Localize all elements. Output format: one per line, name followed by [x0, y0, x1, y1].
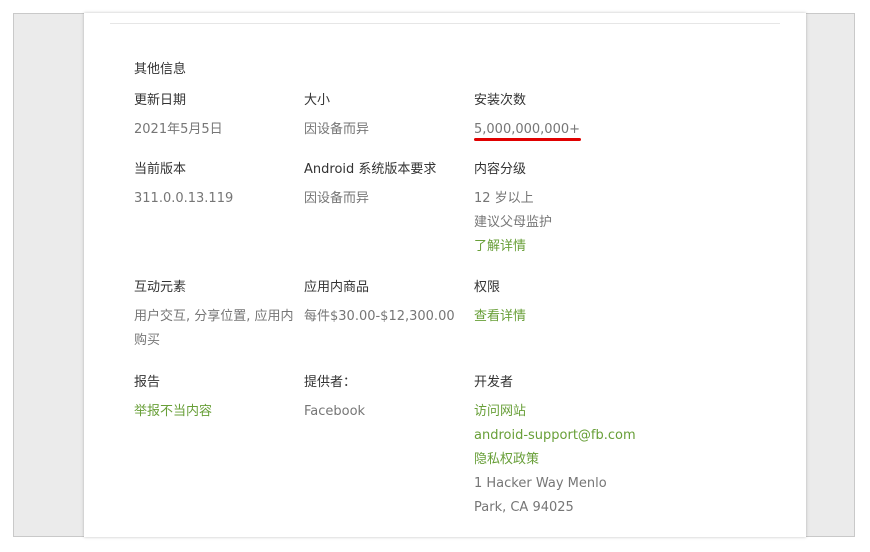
divider — [110, 23, 780, 24]
installs-field: 安装次数 5,000,000,000+ — [474, 93, 639, 142]
in-app-products-label: 应用内商品 — [304, 280, 370, 295]
content-rating-field: 内容分级 12 岁以上 建议父母监护 了解详情 — [474, 162, 639, 259]
size-field: 大小 因设备而异 — [304, 93, 469, 142]
version-label: 当前版本 — [134, 162, 187, 177]
installs-label: 安装次数 — [474, 93, 527, 108]
updated-value: 2021年5月5日 — [134, 122, 223, 137]
content-rating-label: 内容分级 — [474, 162, 527, 177]
section-title: 其他信息 — [134, 62, 187, 77]
interactive-elements-label: 互动元素 — [134, 280, 187, 295]
offered-by-field: 提供者： Facebook — [304, 375, 469, 424]
learn-more-link[interactable]: 了解详情 — [474, 235, 639, 259]
developer-label: 开发者 — [474, 375, 514, 390]
permissions-field: 权限 查看详情 — [474, 280, 639, 329]
offered-by-value: Facebook — [304, 404, 366, 419]
report-field: 报告 举报不当内容 — [134, 375, 299, 424]
interactive-elements-field: 互动元素 用户交互, 分享位置, 应用内购买 — [134, 280, 299, 353]
highlight-underline — [474, 138, 581, 141]
content-rating-age: 12 岁以上 — [474, 191, 534, 206]
android-requirement-field: Android 系统版本要求 因设备而异 — [304, 162, 469, 211]
interactive-elements-value: 用户交互, 分享位置, 应用内购买 — [134, 309, 294, 348]
additional-info-card: 其他信息 更新日期 2021年5月5日 大小 因设备而异 安装次数 5,000,… — [84, 13, 806, 537]
updated-field: 更新日期 2021年5月5日 — [134, 93, 299, 142]
in-app-products-field: 应用内商品 每件$30.00-$12,300.00 — [304, 280, 469, 329]
report-content-link[interactable]: 举报不当内容 — [134, 400, 299, 424]
in-app-products-value: 每件$30.00-$12,300.00 — [304, 309, 455, 324]
version-value: 311.0.0.13.119 — [134, 191, 234, 206]
android-requirement-label: Android 系统版本要求 — [304, 162, 437, 177]
view-permissions-link[interactable]: 查看详情 — [474, 305, 639, 329]
size-value: 因设备而异 — [304, 122, 370, 137]
size-label: 大小 — [304, 93, 331, 108]
privacy-policy-link[interactable]: 隐私权政策 — [474, 448, 639, 472]
report-label: 报告 — [134, 375, 161, 390]
version-field: 当前版本 311.0.0.13.119 — [134, 162, 299, 211]
address-line-2: Park, CA 94025 — [474, 500, 574, 515]
developer-email-link[interactable]: android-support@fb.com — [474, 424, 639, 448]
updated-label: 更新日期 — [134, 93, 187, 108]
visit-website-link[interactable]: 访问网站 — [474, 400, 639, 424]
content-rating-guidance: 建议父母监护 — [474, 215, 553, 230]
developer-field: 开发者 访问网站 android-support@fb.com 隐私权政策 1 … — [474, 375, 639, 520]
permissions-label: 权限 — [474, 280, 501, 295]
address-line-1: 1 Hacker Way Menlo — [474, 476, 607, 491]
offered-by-label: 提供者： — [304, 375, 357, 390]
android-requirement-value: 因设备而异 — [304, 191, 370, 206]
